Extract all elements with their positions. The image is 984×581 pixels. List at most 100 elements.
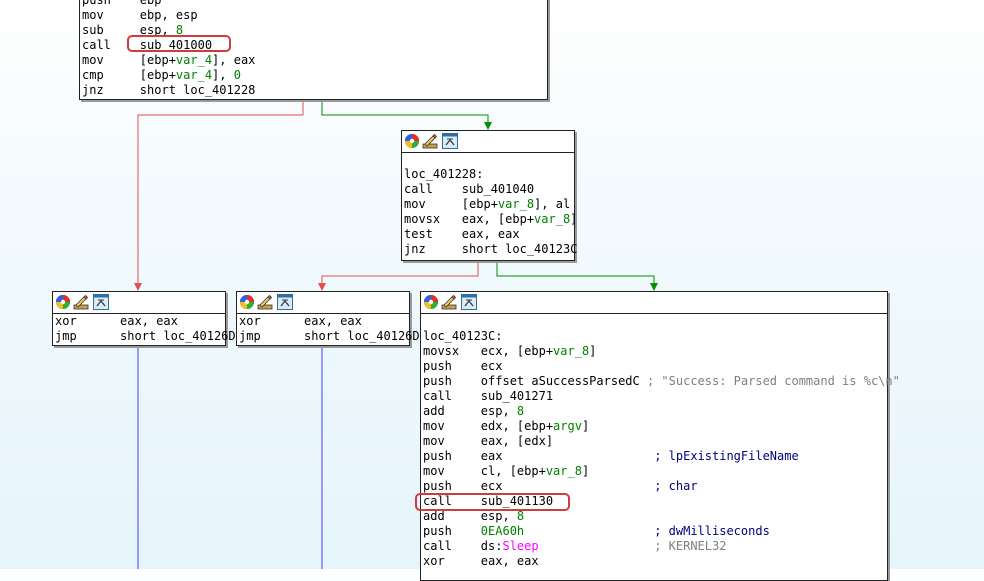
edge-true-loc401228-loc40123c (496, 261, 655, 283)
asm-line[interactable]: xor eax, eax (423, 554, 885, 569)
asm-variable: var_8 (534, 212, 571, 226)
asm-number: 8 (516, 404, 525, 418)
asm-line[interactable]: jmp short loc_40126D (239, 329, 420, 344)
asm-variable: var_8 (545, 464, 582, 478)
node-loc-401228-code: loc_401228: call sub_401040 mov [ebp+var_8… (404, 167, 577, 257)
asm-line[interactable]: push offset aSuccessParsedC ; "Success: … (423, 374, 900, 389)
asm-line[interactable]: mov eax, [edx] (423, 434, 885, 449)
asm-line[interactable]: add esp, 8 (423, 404, 885, 419)
node-left2[interactable]: xor eax, eax jmp short loc_40126D (236, 291, 420, 346)
asm-mnemonic: push (82, 0, 140, 7)
asm-operand: short loc_401228 (139, 83, 256, 97)
node-left2-code: xor eax, eax jmp short loc_40126D (239, 314, 420, 344)
asm-line[interactable]: push 0EA60h ; dwMilliseconds (423, 524, 885, 539)
asm-mnemonic: movsx (423, 344, 481, 358)
asm-line[interactable]: movsx eax, [ebp+var_8] (404, 212, 577, 227)
asm-mnemonic: mov (423, 464, 481, 478)
asm-line[interactable]: mov [ebp+var_8], al (404, 197, 572, 212)
asm-line[interactable]: mov edx, [ebp+argv] (423, 419, 885, 434)
asm-line[interactable]: push ebp (82, 0, 545, 8)
asm-variable: var_8 (497, 197, 535, 211)
color-palette-icon[interactable] (239, 294, 255, 310)
asm-label: loc_401228: (404, 167, 484, 181)
asm-mnemonic: push (423, 359, 481, 373)
asm-mnemonic: mov (423, 434, 481, 448)
asm-line[interactable]: push ecx (423, 359, 885, 374)
asm-line[interactable]: push ecx ; char (423, 479, 885, 494)
asm-operand: eax, [edx] (480, 434, 554, 448)
asm-operand: ebp, esp (139, 8, 198, 22)
color-palette-icon[interactable] (423, 294, 439, 310)
asm-mnemonic: xor (55, 314, 121, 328)
edit-icon[interactable] (441, 294, 457, 310)
asm-mnemonic: mov (423, 419, 481, 433)
graph-icon[interactable] (442, 133, 458, 149)
edit-icon[interactable] (422, 133, 438, 149)
asm-operand: short loc_40126D (120, 329, 236, 343)
node-header (421, 292, 887, 314)
node-loc-401228[interactable]: loc_401228: call sub_401040 mov [ebp+var_8… (401, 130, 577, 261)
asm-mnemonic: jmp (239, 329, 305, 343)
asm-variable: var_4 (175, 68, 213, 82)
node-header (402, 131, 574, 153)
asm-operand: eax, eax (304, 314, 362, 328)
asm-line[interactable]: jnz short loc_401228 (82, 83, 545, 98)
asm-line[interactable]: mov cl, [ebp+var_8] (423, 464, 885, 479)
asm-mnemonic: test (404, 227, 462, 241)
graph-icon[interactable] (277, 294, 293, 310)
color-palette-icon[interactable] (404, 133, 420, 149)
asm-line[interactable]: jnz short loc_40123C (404, 242, 577, 257)
asm-line[interactable]: jmp short loc_40126D (55, 329, 236, 344)
asm-line[interactable]: add esp, 8 (423, 509, 885, 524)
asm-mnemonic: mov (82, 53, 140, 67)
asm-mnemonic: jnz (404, 242, 462, 256)
edge-false-loc401228-left2 (321, 261, 479, 283)
edit-icon[interactable] (257, 294, 273, 310)
highlight-call-sub-401000 (127, 35, 231, 52)
asm-line[interactable]: test eax, eax (404, 227, 572, 242)
asm-line[interactable]: mov ebp, esp (82, 8, 545, 23)
asm-mnemonic: jnz (82, 83, 140, 97)
asm-line[interactable]: loc_401228: (404, 167, 572, 182)
asm-operand: [ebp+ (139, 68, 176, 82)
asm-line[interactable]: push eax ; lpExistingFileName (423, 449, 885, 464)
asm-line[interactable]: loc_40123C: (423, 329, 885, 344)
graph-icon[interactable] (461, 294, 477, 310)
asm-operand: ] (570, 212, 578, 226)
asm-operand: sub_401271 (480, 389, 554, 403)
node-header (237, 292, 409, 314)
asm-line[interactable]: mov [ebp+var_4], eax (82, 53, 545, 68)
node-left1[interactable]: xor eax, eax jmp short loc_40126D (52, 291, 236, 346)
asm-line[interactable]: cmp [ebp+var_4], 0 (82, 68, 545, 83)
asm-operand: eax (480, 449, 503, 463)
asm-line[interactable]: call sub_401271 (423, 389, 885, 404)
asm-number: 0 (233, 68, 241, 82)
asm-comment: ; lpExistingFileName (502, 449, 799, 463)
asm-line[interactable]: xor eax, eax (239, 314, 407, 329)
color-palette-icon[interactable] (55, 294, 71, 310)
asm-operand: esp, (480, 509, 517, 523)
asm-mnemonic: mov (404, 197, 462, 211)
asm-variable: argv (553, 419, 582, 433)
asm-line[interactable]: call ds:Sleep ; KERNEL32 (423, 539, 885, 554)
edge-false-top-left1 (137, 100, 304, 283)
asm-mnemonic: push (423, 524, 481, 538)
asm-mnemonic: push (423, 449, 481, 463)
asm-line[interactable]: movsx ecx, [ebp+var_8] (423, 344, 885, 359)
asm-operand: eax, eax (120, 314, 178, 328)
node-loc-40123c[interactable]: loc_40123C: movsx ecx, [ebp+var_8] push ec… (420, 291, 900, 581)
graph-icon[interactable] (93, 294, 109, 310)
asm-operand: cl, [ebp+ (480, 464, 546, 478)
asm-line[interactable]: call sub_401040 (404, 182, 572, 197)
asm-line[interactable]: xor eax, eax (55, 314, 223, 329)
asm-operand: ], al (534, 197, 571, 211)
asm-operand: ] (581, 464, 590, 478)
asm-operand: ], eax (212, 53, 256, 67)
edit-icon[interactable] (73, 294, 89, 310)
asm-operand: sub_401040 (461, 182, 535, 196)
asm-operand: ], (212, 68, 234, 82)
asm-variable: var_8 (553, 344, 590, 358)
arrow-head-green (484, 122, 492, 130)
asm-comment: ; dwMilliseconds (524, 524, 770, 538)
asm-operand: eax, eax (461, 227, 520, 241)
